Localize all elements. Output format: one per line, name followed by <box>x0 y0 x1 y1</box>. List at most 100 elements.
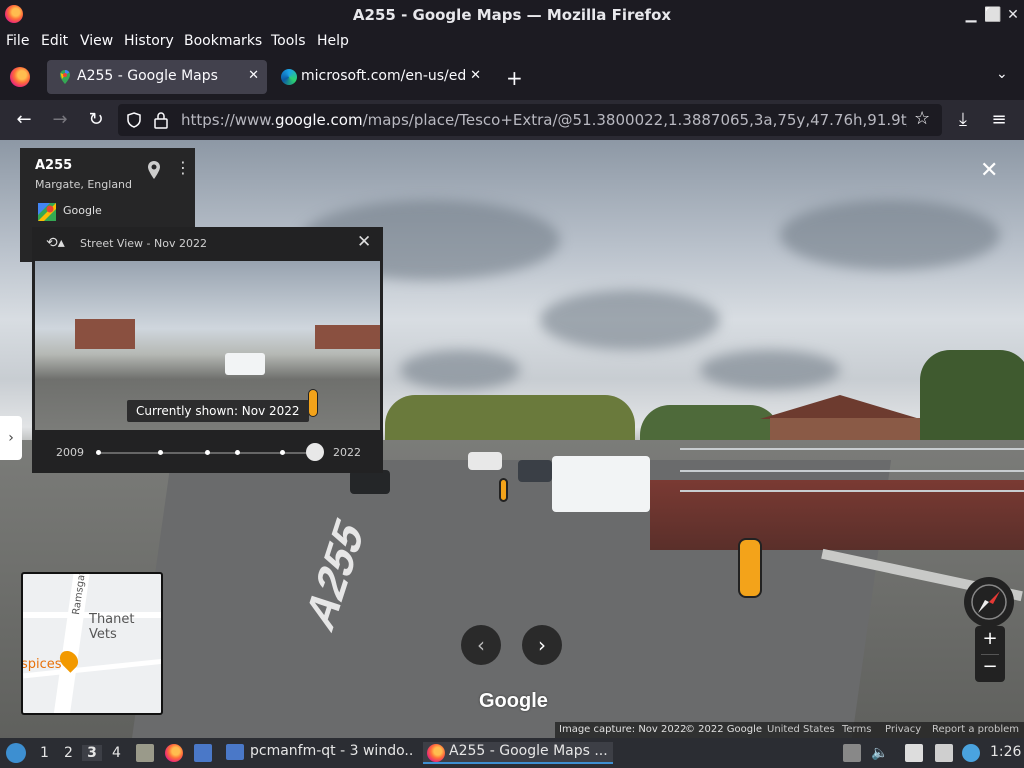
google-watermark: Google <box>479 690 548 712</box>
attribution-bar: Image capture: Nov 2022 © 2022 Google Un… <box>555 722 1024 738</box>
forward-arrow-icon[interactable]: → <box>49 109 71 131</box>
region-link[interactable]: United States <box>767 724 835 735</box>
notification-icon[interactable] <box>962 744 980 762</box>
source-label: Google <box>63 204 102 217</box>
task-label: pcmanfm-qt - 3 windo... <box>250 743 414 759</box>
edge-favicon-icon <box>281 69 297 85</box>
close-street-view-button[interactable]: ✕ <box>980 158 998 183</box>
current-date-tooltip: Currently shown: Nov 2022 <box>127 400 309 422</box>
taskbar: 1 2 3 4 pcmanfm-qt - 3 windo... A255 - G… <box>0 738 1024 768</box>
lock-icon[interactable] <box>154 111 168 129</box>
shield-icon[interactable] <box>126 112 142 128</box>
url-bar[interactable]: https://www.google.com/maps/place/Tesco+… <box>118 104 942 136</box>
url-path: /maps/place/Tesco+Extra/@51.3800022,1.38… <box>362 111 907 129</box>
workspace-1[interactable]: 1 <box>40 745 49 761</box>
compass-icon <box>971 584 1007 620</box>
menu-bar: File Edit View History Bookmarks Tools H… <box>0 30 1024 54</box>
folder-icon <box>226 744 244 760</box>
menu-help[interactable]: Help <box>317 33 349 49</box>
updates-icon[interactable] <box>843 744 861 762</box>
tab-microsoft[interactable]: microsoft.com/en-us/edg ✕ <box>271 60 489 94</box>
title-bar: A255 - Google Maps — Mozilla Firefox ▁ ⬜… <box>0 0 1024 30</box>
time-travel-panel: ⟲▴ Street View - Nov 2022 ✕ Currently sh… <box>32 227 383 473</box>
close-tab-icon[interactable]: ✕ <box>248 68 259 83</box>
firefox-view-icon[interactable] <box>10 67 30 87</box>
url-host: google.com <box>274 111 363 129</box>
mini-map[interactable]: Ramsgate R Thanet Vets spices <box>21 572 163 715</box>
workspace-3[interactable]: 3 <box>82 745 102 761</box>
expand-side-panel-button[interactable]: › <box>0 416 22 460</box>
place-name: A255 <box>35 158 73 173</box>
place-location: Margate, England <box>35 178 133 191</box>
zoom-controls: + − <box>975 626 1005 682</box>
bookmark-star-icon[interactable]: ☆ <box>914 108 930 129</box>
close-tab-icon[interactable]: ✕ <box>470 68 481 83</box>
timeline-slider-knob[interactable] <box>306 443 324 461</box>
desktop-launcher-icon[interactable] <box>194 744 212 762</box>
task-firefox[interactable]: A255 - Google Maps ... <box>423 742 613 764</box>
url-text[interactable]: https://www.google.com/maps/place/Tesco+… <box>181 111 907 129</box>
task-pcmanfm[interactable]: pcmanfm-qt - 3 windo... <box>226 742 414 764</box>
back-arrow-icon[interactable]: ← <box>13 109 35 131</box>
timeline-end-year: 2022 <box>333 446 361 459</box>
minimize-button[interactable]: ▁ <box>962 6 980 24</box>
clipboard-icon[interactable] <box>905 744 923 762</box>
more-options-icon[interactable]: ⋮ <box>175 158 191 177</box>
tab-label: microsoft.com/en-us/edg <box>301 68 465 84</box>
firefox-icon <box>427 744 445 762</box>
navigation-bar: ← → ↻ https://www.google.com/maps/place/… <box>0 100 1024 140</box>
hamburger-menu-icon[interactable]: ≡ <box>988 109 1010 131</box>
reload-icon[interactable]: ↻ <box>85 109 107 131</box>
window-title: A255 - Google Maps — Mozilla Firefox <box>352 6 672 24</box>
clock: 1:26 <box>990 744 1022 760</box>
menu-view[interactable]: View <box>80 33 113 49</box>
timeline-dot[interactable] <box>205 450 210 455</box>
copyright-text: © 2022 Google <box>685 724 763 735</box>
tab-label: A255 - Google Maps <box>77 68 218 84</box>
street-view-date-header: Street View - Nov 2022 <box>80 237 207 250</box>
map-poi-label: Thanet Vets <box>89 612 135 642</box>
maximize-button[interactable]: ⬜ <box>984 6 1002 24</box>
close-window-button[interactable]: ✕ <box>1004 6 1022 24</box>
zoom-out-button[interactable]: − <box>975 656 1005 677</box>
menu-bookmarks[interactable]: Bookmarks <box>184 33 262 49</box>
url-prefix: https://www. <box>181 111 275 129</box>
timeline-dot[interactable] <box>158 450 163 455</box>
location-pin-icon[interactable] <box>147 160 161 180</box>
map-poi-label: spices <box>21 657 62 672</box>
terms-link[interactable]: Terms <box>842 724 871 735</box>
close-timeline-button[interactable]: ✕ <box>357 232 371 252</box>
history-clock-icon[interactable]: ⟲▴ <box>46 235 65 251</box>
list-tabs-chevron-icon[interactable]: ⌄ <box>996 66 1008 82</box>
google-maps-logo-icon <box>38 203 56 221</box>
tab-bar: A255 - Google Maps ✕ microsoft.com/en-us… <box>0 54 1024 100</box>
image-capture-date: Image capture: Nov 2022 <box>559 724 687 735</box>
start-menu-icon[interactable] <box>6 743 26 763</box>
zoom-in-button[interactable]: + <box>975 628 1005 649</box>
workspace-4[interactable]: 4 <box>112 745 121 761</box>
timeline-dot[interactable] <box>96 450 101 455</box>
report-problem-link[interactable]: Report a problem <box>932 724 1019 735</box>
compass-button[interactable] <box>964 577 1014 627</box>
tab-google-maps[interactable]: A255 - Google Maps ✕ <box>47 60 267 94</box>
previous-arrow-button[interactable]: ‹ <box>461 625 501 665</box>
task-label: A255 - Google Maps ... <box>449 743 608 759</box>
white-van <box>552 456 650 512</box>
new-tab-button[interactable]: + <box>506 66 523 90</box>
menu-edit[interactable]: Edit <box>41 33 68 49</box>
firefox-launcher-icon[interactable] <box>165 744 183 762</box>
menu-history[interactable]: History <box>124 33 174 49</box>
downloads-icon[interactable]: ⤓ <box>952 109 974 131</box>
google-maps-favicon-icon <box>60 70 70 84</box>
next-arrow-button[interactable]: › <box>522 625 562 665</box>
timeline-dot[interactable] <box>280 450 285 455</box>
timeline-start-year: 2009 <box>56 446 84 459</box>
workspace-2[interactable]: 2 <box>64 745 73 761</box>
menu-tools[interactable]: Tools <box>271 33 306 49</box>
privacy-link[interactable]: Privacy <box>885 724 921 735</box>
volume-icon[interactable]: 🔈 <box>871 744 889 762</box>
menu-file[interactable]: File <box>6 33 29 49</box>
network-icon[interactable] <box>935 744 953 762</box>
file-manager-launcher-icon[interactable] <box>136 744 154 762</box>
timeline-dot[interactable] <box>235 450 240 455</box>
